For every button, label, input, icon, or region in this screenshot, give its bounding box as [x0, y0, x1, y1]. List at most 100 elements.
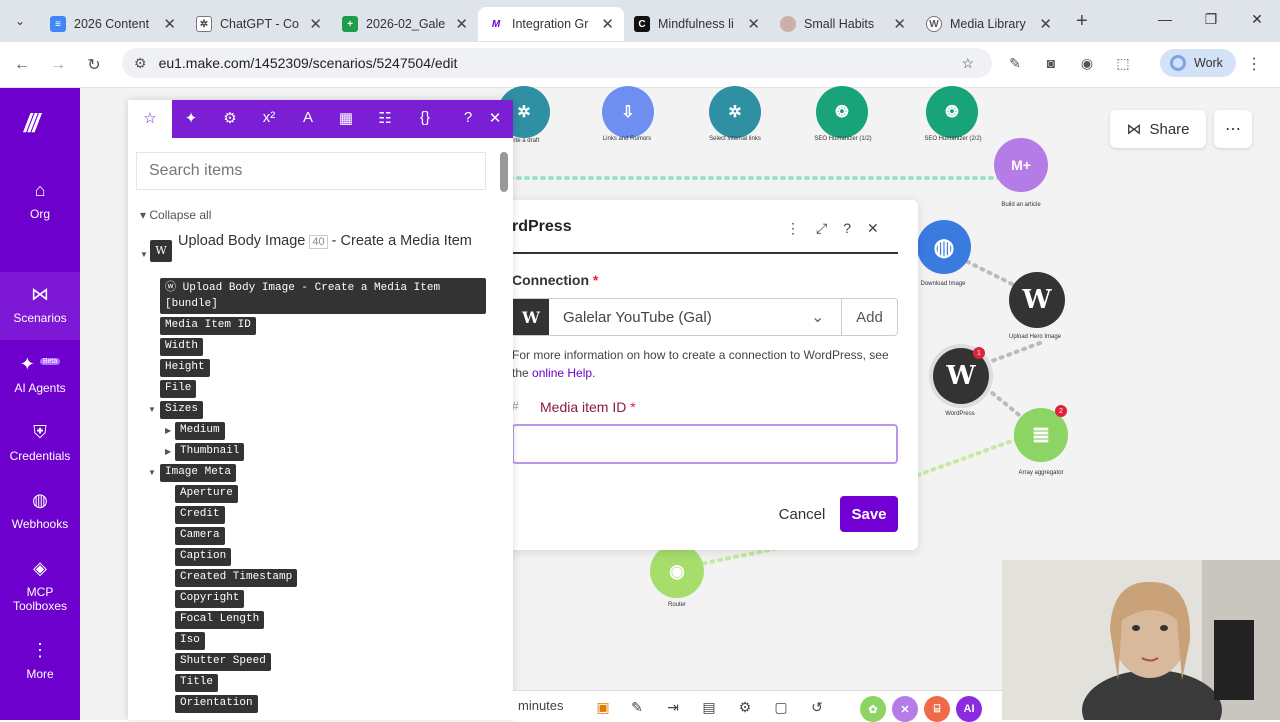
browser-tab[interactable]: +2026-02_Gale ✕ — [332, 7, 478, 41]
sidebar-item-credentials[interactable]: ⛨ Credentials — [0, 422, 80, 463]
browser-tab[interactable]: ≡ 2026 Content ✕ — [40, 7, 186, 41]
back-icon[interactable]: ← — [4, 56, 40, 74]
item-chip[interactable]: Orientation — [175, 695, 258, 713]
collection-chip[interactable]: Sizes — [160, 401, 204, 419]
browser-tab[interactable]: W Media Library ✕ — [916, 7, 1062, 41]
math-icon[interactable]: x² — [258, 109, 280, 126]
collection-chip[interactable]: Image Meta — [160, 464, 237, 482]
item-chip[interactable]: Copyright — [175, 590, 245, 608]
close-icon[interactable]: ✕ — [1039, 15, 1052, 33]
item-chip[interactable]: Credit — [175, 506, 225, 524]
close-icon[interactable]: ✕ — [747, 15, 760, 33]
item-chip[interactable]: Created Timestamp — [175, 569, 298, 587]
sidebar-item-org[interactable]: ⌂ Org — [0, 180, 80, 221]
item-chip[interactable]: Caption — [175, 548, 232, 566]
make-logo[interactable]: /// — [24, 108, 40, 139]
sidebar-item-mcp-toolboxes[interactable]: ◈ MCP Toolboxes — [0, 558, 80, 613]
braces-icon[interactable]: {} — [414, 109, 436, 126]
expand-icon[interactable]: ⤢ — [816, 220, 827, 237]
item-chip[interactable]: Width — [160, 338, 204, 356]
profile-button[interactable]: Work — [1160, 49, 1236, 77]
minimize-icon[interactable]: — — [1142, 0, 1188, 38]
flow-icon[interactable]: ⇥ — [664, 699, 682, 715]
close-icon[interactable]: ✕ — [484, 109, 506, 127]
share-button[interactable]: ⋈ Share — [1110, 110, 1206, 148]
sidebar-item-scenarios[interactable]: ⋈ Scenarios — [0, 272, 80, 340]
collection-chip[interactable]: Thumbnail — [175, 443, 245, 461]
expand-arrow-icon[interactable]: ▼ — [140, 246, 148, 264]
close-icon[interactable]: ✕ — [893, 15, 906, 33]
layout-icon[interactable]: ▤ — [700, 699, 718, 715]
collection-chip[interactable]: Medium — [175, 422, 225, 440]
restore-icon[interactable]: ❐ — [1188, 0, 1234, 38]
settings-icon[interactable]: ⚙ — [736, 699, 754, 715]
item-chip[interactable]: Title — [175, 674, 219, 692]
help-icon[interactable]: ? — [843, 220, 851, 237]
openai-node[interactable]: ❂ — [816, 86, 868, 138]
download-node[interactable]: ⇩ — [602, 86, 654, 138]
online-help-link[interactable]: online Help — [532, 366, 592, 380]
close-icon[interactable]: ✕ — [867, 220, 879, 237]
url-field[interactable]: ⚙ eu1.make.com/1452309/scenarios/5247504… — [122, 48, 992, 78]
browser-tab[interactable]: ✲ ChatGPT - Co ✕ — [186, 7, 332, 41]
more-options-button[interactable]: ⋯ — [1214, 110, 1252, 148]
password-icon[interactable]: ◉ — [1076, 50, 1098, 76]
browser-tab[interactable]: Small Habits ✕ — [770, 7, 916, 41]
item-chip[interactable]: Media Item ID — [160, 317, 256, 335]
item-chip[interactable]: Focal Length — [175, 611, 265, 629]
forward-icon[interactable]: → — [40, 56, 76, 74]
flow-control-circle-icon[interactable]: ✕ — [892, 696, 918, 722]
save-button[interactable]: Save — [840, 496, 898, 532]
search-items-input[interactable]: Search items — [136, 152, 486, 190]
close-window-icon[interactable]: ✕ — [1234, 0, 1280, 38]
notes-icon[interactable]: ▢ — [772, 699, 790, 715]
chevron-down-icon[interactable]: ⌄ — [811, 307, 841, 327]
bundle-chip[interactable]: ⓦ Upload Body Image - Create a Media Ite… — [160, 278, 486, 314]
scrollbar[interactable] — [500, 152, 508, 192]
collapse-all-button[interactable]: ▾ Collapse all — [140, 208, 211, 222]
router-node[interactable]: ◉ — [650, 544, 704, 598]
markdown-node[interactable]: M+ — [994, 138, 1048, 192]
browser-tab[interactable]: C Mindfulness li ✕ — [624, 7, 770, 41]
table-icon[interactable]: ☷ — [374, 109, 396, 127]
item-chip[interactable]: Camera — [175, 527, 225, 545]
wordpress-node[interactable]: W — [1009, 272, 1065, 328]
gear-icon[interactable]: ⚙ — [219, 109, 241, 127]
browser-menu-icon[interactable]: ⋮ — [1246, 54, 1262, 74]
openai-node[interactable]: ❂ — [926, 86, 978, 138]
add-connection-button[interactable]: Add — [841, 299, 897, 335]
calendar-icon[interactable]: ▦ — [335, 109, 357, 127]
item-chip[interactable]: Shutter Speed — [175, 653, 271, 671]
help-icon[interactable]: ? — [457, 109, 479, 126]
site-settings-icon[interactable]: ⚙ — [134, 55, 147, 72]
text-parser-circle-icon[interactable]: ⌸ — [924, 696, 950, 722]
sidebar-item-more[interactable]: ⋮ More — [0, 640, 80, 681]
media-item-id-input[interactable] — [512, 424, 898, 464]
sidebar-item-ai-agents[interactable]: ✦ Beta AI Agents — [0, 354, 80, 395]
tab-search-icon[interactable]: ⌄ — [0, 14, 40, 28]
reload-icon[interactable]: ↻ — [76, 55, 112, 75]
sidebar-item-webhooks[interactable]: ◍ Webhooks — [0, 490, 80, 531]
item-chip[interactable]: Aperture — [175, 485, 238, 503]
text-icon[interactable]: A — [297, 109, 319, 126]
save-scenario-icon[interactable]: ▣ — [594, 699, 612, 715]
collapse-arrow-icon[interactable]: ▼ — [148, 468, 156, 477]
new-tab-icon[interactable]: + — [1076, 10, 1088, 33]
kebab-icon[interactable]: ⋮ — [786, 220, 800, 237]
cancel-button[interactable]: Cancel — [762, 496, 842, 532]
item-chip[interactable]: Iso — [175, 632, 205, 650]
close-icon[interactable]: ✕ — [163, 15, 176, 33]
camera-icon[interactable]: ◙ — [1040, 50, 1062, 76]
connection-select[interactable]: W Galelar YouTube (Gal) ⌄ Add — [512, 298, 898, 336]
tools-circle-icon[interactable]: ✿ — [860, 696, 886, 722]
history-icon[interactable]: ↺ — [808, 699, 826, 715]
sparkle-icon[interactable]: ✦ — [180, 109, 202, 127]
browser-tab-active[interactable]: M Integration Gr ✕ — [478, 7, 624, 41]
expand-arrow-icon[interactable]: ▶ — [165, 447, 171, 456]
bookmark-star-icon[interactable]: ☆ — [961, 55, 974, 72]
pen-icon[interactable]: ✎ — [1004, 50, 1026, 76]
item-chip[interactable]: Height — [160, 359, 210, 377]
close-icon[interactable]: ✕ — [455, 15, 468, 33]
star-icon[interactable]: ☆ — [128, 100, 172, 138]
close-icon[interactable]: ✕ — [601, 15, 614, 33]
